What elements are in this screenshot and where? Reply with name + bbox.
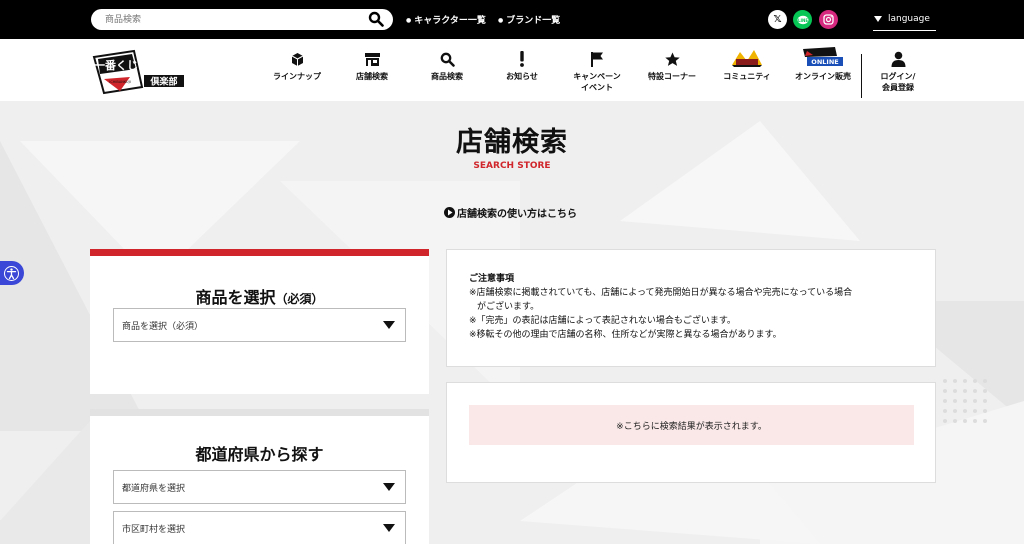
nav-label: 店舗検索 bbox=[356, 72, 388, 81]
nav-label: 商品検索 bbox=[431, 72, 463, 81]
nav-label: ラインナップ bbox=[273, 72, 321, 81]
notice-line: ※「完売」の表記は店舗によって表記されない場合もございます。 bbox=[469, 316, 736, 326]
search-input[interactable] bbox=[105, 9, 360, 30]
nav-item-online-shop[interactable]: ONLINE オンライン販売 bbox=[788, 47, 858, 82]
page-subtitle: SEARCH STORE bbox=[473, 161, 551, 171]
search-icon[interactable] bbox=[368, 11, 384, 27]
search-results-placeholder: ※こちらに検索結果が表示されます。 bbox=[469, 405, 914, 445]
product-select-panel: 商品を選択（必須） 商品を選択（必須） bbox=[90, 249, 429, 394]
nav-item-lineup[interactable]: ラインナップ bbox=[262, 51, 332, 82]
main-nav: 一番くじ 倶楽部 ICHIBANKUJI ラインナップ 店舗検索 商品検索 お知… bbox=[0, 39, 1024, 101]
svg-text:LINE: LINE bbox=[797, 17, 807, 22]
x-icon[interactable]: 𝕏 bbox=[768, 10, 787, 29]
brand-list-link[interactable]: ブランド一覧 bbox=[498, 13, 560, 26]
notice-title: ご注意事項 bbox=[469, 274, 515, 284]
notice-line: ※店舗検索に掲載されていても、店舗によって発売開始日が異なる場合や完売になってい… bbox=[469, 288, 853, 298]
nav-item-store-search[interactable]: 店舗検索 bbox=[337, 51, 407, 82]
character-list-link[interactable]: キャラクター一覧 bbox=[406, 13, 486, 26]
notice-line: がございます。 bbox=[477, 302, 540, 312]
svg-text:倶楽部: 倶楽部 bbox=[149, 76, 177, 88]
svg-text:ONLINE: ONLINE bbox=[811, 58, 838, 66]
nav-label: キャンペーン イベント bbox=[573, 72, 621, 92]
exclamation-icon bbox=[520, 51, 524, 67]
accessibility-icon[interactable] bbox=[0, 261, 24, 285]
required-note: （必須） bbox=[275, 292, 324, 306]
ichiban-kuji-club-logo[interactable]: 一番くじ 倶楽部 ICHIBANKUJI bbox=[90, 47, 186, 95]
box-icon bbox=[291, 53, 303, 66]
page-title: 店舗検索 bbox=[456, 127, 568, 158]
prefecture-select-value: 都道府県を選択 bbox=[122, 483, 186, 494]
howto-link-label: 店舗検索の使い方はこちら bbox=[457, 209, 577, 220]
search-results-panel: ※こちらに検索結果が表示されます。 bbox=[446, 382, 936, 483]
city-select-value: 市区町村を選択 bbox=[122, 524, 186, 535]
search-icon bbox=[440, 52, 455, 67]
nav-item-community[interactable]: コミュニティ bbox=[712, 50, 782, 82]
svg-text:一番くじ: 一番くじ bbox=[94, 58, 138, 72]
product-panel-title: 商品を選択（必須） bbox=[90, 284, 429, 308]
product-panel-title-text: 商品を選択 bbox=[195, 288, 276, 307]
area-panel-title: 都道府県から探す bbox=[195, 445, 324, 464]
nav-item-product-search[interactable]: 商品検索 bbox=[412, 51, 482, 82]
arrow-right-circle-icon bbox=[444, 207, 455, 218]
product-select-value: 商品を選択（必須） bbox=[122, 321, 204, 332]
language-label: language bbox=[888, 14, 930, 24]
nav-label: お知らせ bbox=[506, 72, 538, 81]
nav-divider bbox=[861, 54, 862, 98]
area-search-panel: 都道府県から探す 都道府県を選択 市区町村を選択 bbox=[90, 409, 429, 544]
caret-down-icon bbox=[383, 524, 395, 532]
caret-down-icon bbox=[383, 321, 395, 329]
notice-line: ※移転その他の理由で店舗の名称、住所などが実際と異なる場合があります。 bbox=[469, 330, 782, 340]
nav-item-news[interactable]: お知らせ bbox=[487, 51, 557, 82]
flag-icon bbox=[591, 52, 603, 67]
instagram-icon[interactable] bbox=[819, 10, 838, 29]
nav-label: ログイン/ 会員登録 bbox=[880, 72, 916, 92]
community-logo-icon bbox=[732, 50, 762, 67]
city-select[interactable]: 市区町村を選択 bbox=[113, 511, 406, 544]
language-selector[interactable]: language bbox=[873, 8, 936, 31]
triangle-down-icon bbox=[874, 16, 882, 22]
product-select[interactable]: 商品を選択（必須） bbox=[113, 308, 406, 342]
caret-down-icon bbox=[383, 483, 395, 491]
nav-label: コミュニティ bbox=[723, 72, 771, 81]
top-bar: キャラクター一覧 ブランド一覧 𝕏 LINE language bbox=[0, 0, 1024, 39]
nav-item-campaign-event[interactable]: キャンペーン イベント bbox=[562, 51, 632, 93]
nav-item-login-register[interactable]: ログイン/ 会員登録 bbox=[863, 51, 933, 93]
online-logo-icon: ONLINE bbox=[803, 47, 843, 66]
store-icon bbox=[364, 53, 380, 66]
nav-label: 特設コーナー bbox=[648, 72, 696, 81]
search-box bbox=[91, 9, 393, 30]
howto-link[interactable]: 店舗検索の使い方はこちら bbox=[444, 205, 577, 220]
nav-label: オンライン販売 bbox=[795, 72, 851, 81]
star-icon bbox=[664, 52, 680, 66]
user-icon bbox=[891, 51, 905, 67]
svg-text:ICHIBANKUJI: ICHIBANKUJI bbox=[109, 80, 130, 84]
prefecture-select[interactable]: 都道府県を選択 bbox=[113, 470, 406, 504]
line-icon[interactable]: LINE bbox=[793, 10, 812, 29]
nav-item-special-corner[interactable]: 特設コーナー bbox=[637, 51, 707, 82]
notice-panel: ご注意事項 ※店舗検索に掲載されていても、店舗によって発売開始日が異なる場合や完… bbox=[446, 249, 936, 367]
